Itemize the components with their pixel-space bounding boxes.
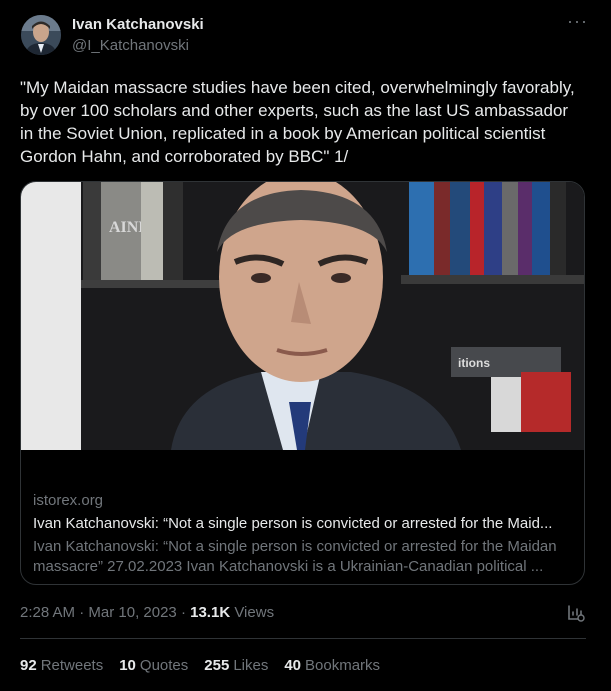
link-card-description: Ivan Katchanovski: “Not a single person …	[33, 537, 573, 577]
retweets-count: 92	[20, 657, 37, 674]
meta-separator: ·	[180, 604, 186, 621]
divider	[20, 638, 586, 639]
link-card-title: Ivan Katchanovski: “Not a single person …	[33, 515, 553, 532]
meta-separator: ·	[79, 604, 85, 621]
link-card-description-line1: Ivan Katchanovski: “Not a single person …	[33, 538, 557, 555]
likes-stat[interactable]: 255 Likes	[204, 657, 268, 674]
retweets-label: Retweets	[40, 657, 104, 674]
author-handle[interactable]: @I_Katchanovski	[72, 37, 189, 54]
link-card-image: AINE itions	[21, 182, 584, 450]
retweets-stat[interactable]: 92 Retweets	[20, 657, 103, 674]
views-count: 13.1K	[190, 604, 231, 621]
bookmarks-count: 40	[284, 657, 302, 674]
tweet-meta: 2:28 AM · Mar 10, 2023 · 13.1K Views	[20, 604, 274, 621]
link-card-domain: istorex.org	[33, 492, 104, 509]
link-card[interactable]: AINE itions istorex.org Ivan Katchanovsk…	[20, 181, 585, 585]
more-horizontal-icon[interactable]: ···	[567, 12, 587, 36]
book-label-text: itions	[458, 356, 490, 370]
link-card-description-line2: massacre” 27.02.2023 Ivan Katchanovski i…	[33, 558, 544, 575]
analytics-icon[interactable]	[566, 603, 586, 623]
views-label: Views	[234, 604, 275, 621]
bookmarks-stat[interactable]: 40 Bookmarks	[284, 657, 380, 674]
tweet: Ivan Katchanovski @I_Katchanovski ··· "M…	[0, 0, 611, 691]
likes-label: Likes	[233, 657, 269, 674]
author-name[interactable]: Ivan Katchanovski	[72, 16, 204, 33]
engagement-stats: 92 Retweets 10 Quotes 255 Likes 40 Bookmarks	[20, 657, 396, 674]
quotes-count: 10	[119, 657, 136, 674]
likes-count: 255	[204, 657, 230, 674]
avatar-image	[21, 15, 61, 55]
bookmarks-label: Bookmarks	[305, 657, 381, 674]
quotes-label: Quotes	[139, 657, 189, 674]
avatar[interactable]	[21, 15, 61, 55]
tweet-time[interactable]: 2:28 AM	[20, 604, 75, 621]
tweet-text: "My Maidan massacre studies have been ci…	[20, 78, 575, 166]
tweet-date[interactable]: Mar 10, 2023	[88, 604, 176, 621]
quotes-stat[interactable]: 10 Quotes	[119, 657, 188, 674]
